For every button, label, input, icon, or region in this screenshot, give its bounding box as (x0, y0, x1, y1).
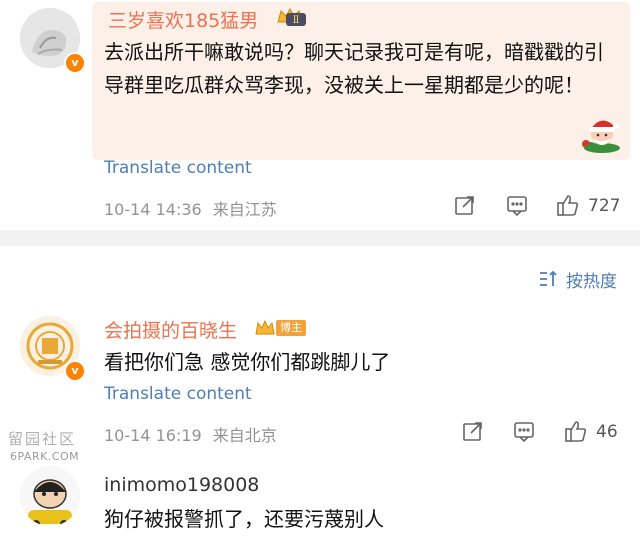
watermark-text: 留园社区 (8, 430, 77, 448)
section-divider (0, 230, 640, 246)
translate-content-link[interactable]: Translate content (104, 158, 252, 178)
member-crown-icon (254, 318, 276, 338)
watermark-url: 6PARK.COM (10, 450, 80, 463)
comment-username[interactable]: 会拍摄的百晓生 (104, 316, 237, 343)
comment-username[interactable]: 三岁喜欢185猛男 (108, 6, 258, 33)
comment-icon[interactable] (506, 194, 528, 220)
sort-by-hot-button[interactable]: 按热度 (566, 267, 617, 292)
blogger-tag: 博主 (276, 320, 306, 336)
share-icon[interactable] (462, 420, 484, 446)
comment-location: 来自北京 (212, 426, 277, 445)
like-count: 727 (588, 196, 621, 216)
verified-badge-icon: v (64, 52, 86, 74)
comment-time: 10-14 14:36 (104, 200, 202, 219)
like-icon[interactable] (556, 193, 580, 221)
translate-content-link[interactable]: Translate content (104, 384, 252, 404)
sort-icon[interactable] (538, 269, 560, 293)
verified-badge-icon: v (64, 360, 86, 382)
level-badge-icon: Ⅱ (276, 6, 308, 28)
like-count: 46 (596, 422, 618, 442)
comment-text: 去派出所干嘛敢说吗？聊天记录我可是有呢，暗戳戳的引导群里吃瓜群众骂李现，没被关上… (104, 40, 604, 97)
comment-text: 狗仔被报警抓了，还要污蔑别人 (104, 507, 384, 531)
share-icon[interactable] (454, 194, 476, 220)
level-badge-text: Ⅱ (293, 15, 300, 26)
avatar[interactable] (20, 466, 80, 526)
comment-meta: 10-14 14:36 来自江苏 (104, 196, 277, 220)
comment-meta: 10-14 16:19 来自北京 (104, 422, 277, 446)
comment-time: 10-14 16:19 (104, 426, 202, 445)
comment-location: 来自江苏 (212, 200, 277, 219)
santa-emoji-icon (572, 110, 628, 154)
comment-icon[interactable] (513, 420, 535, 446)
comment-username[interactable]: inimomo198008 (104, 474, 259, 496)
comment-text: 看把你们急 感觉你们都跳脚儿了 (104, 350, 391, 374)
like-icon[interactable] (564, 419, 588, 447)
